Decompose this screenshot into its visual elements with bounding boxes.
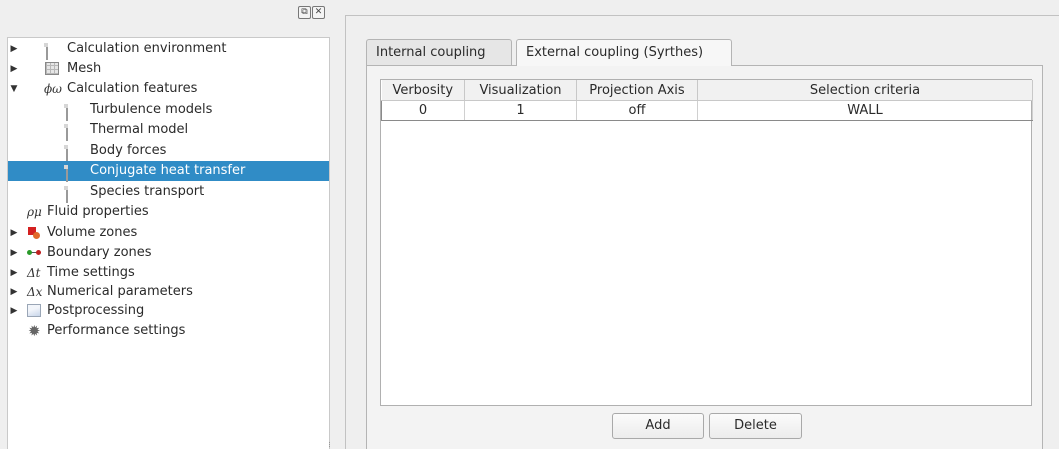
tree-item-mesh[interactable]: ▶ Mesh (8, 59, 329, 79)
column-header-selection-criteria[interactable]: Selection criteria (697, 80, 1033, 101)
postprocessing-icon (27, 304, 41, 317)
tree-item-label: Species transport (90, 184, 205, 199)
cell-visualization[interactable]: 1 (464, 100, 577, 121)
phi-omega-icon: ϕω (44, 82, 62, 96)
splitter-handle[interactable] (329, 442, 332, 447)
mesh-grid-icon (45, 62, 59, 75)
cell-selection-criteria[interactable]: WALL (697, 100, 1033, 121)
cell-projection-axis[interactable]: off (576, 100, 698, 121)
column-header-verbosity[interactable]: Verbosity (381, 80, 465, 101)
expand-arrow-icon[interactable]: ▶ (9, 282, 19, 302)
tab-external-coupling[interactable]: External coupling (Syrthes) (516, 39, 732, 66)
tree-item-label: Numerical parameters (47, 284, 193, 299)
expand-arrow-icon[interactable]: ▶ (9, 59, 19, 79)
tree-item-label: Thermal model (90, 122, 189, 137)
gear-icon: ✹ (28, 322, 41, 340)
expand-arrow-icon[interactable]: ▶ (9, 39, 19, 59)
tree-item-species-transport[interactable]: Species transport (8, 182, 329, 203)
document-icon (66, 165, 68, 182)
tree-item-label: Mesh (67, 61, 102, 76)
delta-t-icon: Δt (27, 266, 41, 280)
tree-item-label: Body forces (90, 143, 167, 158)
document-icon (66, 104, 68, 121)
expand-arrow-icon[interactable]: ▶ (9, 243, 19, 263)
expand-arrow-icon[interactable]: ▶ (9, 223, 19, 243)
tree-item-volume-zones[interactable]: ▶ Volume zones (8, 223, 329, 243)
table-header-row: Verbosity Visualization Projection Axis … (381, 80, 1033, 101)
tree-item-turbulence-models[interactable]: Turbulence models (8, 100, 329, 121)
tree-item-label: Fluid properties (47, 204, 149, 219)
tree-item-label: Calculation environment (67, 41, 227, 56)
navigation-tree[interactable]: ▶ Calculation environment ▶ Mesh ▼ ϕω Ca… (7, 37, 330, 449)
tree-item-label: Performance settings (47, 323, 186, 338)
tree-item-label: Time settings (47, 265, 135, 280)
tree-item-postprocessing[interactable]: ▶ Postprocessing (8, 301, 329, 321)
tree-item-performance-settings[interactable]: ✹ Performance settings (8, 321, 329, 341)
document-icon (66, 186, 68, 203)
expand-arrow-icon[interactable]: ▶ (9, 263, 19, 283)
delta-x-icon: Δx (27, 285, 43, 299)
collapse-arrow-icon[interactable]: ▼ (9, 79, 19, 99)
tree-item-time-settings[interactable]: ▶ Δt Time settings (8, 263, 329, 283)
tree-item-calculation-environment[interactable]: ▶ Calculation environment (8, 39, 329, 60)
float-dock-icon[interactable]: ⧉ (298, 6, 311, 19)
tree-item-label: Postprocessing (47, 303, 145, 318)
tree-item-label: Boundary zones (47, 245, 152, 260)
tree-item-label: Volume zones (47, 225, 138, 240)
column-header-projection-axis[interactable]: Projection Axis (576, 80, 698, 101)
expand-arrow-icon[interactable]: ▶ (9, 301, 19, 321)
add-button[interactable]: Add (612, 413, 704, 439)
tree-item-body-forces[interactable]: Body forces (8, 141, 329, 162)
tree-item-label: Calculation features (67, 81, 198, 96)
document-icon (66, 145, 68, 162)
table-row[interactable]: 0 1 off WALL (381, 100, 1033, 121)
delete-button[interactable]: Delete (709, 413, 802, 439)
document-icon (66, 124, 68, 141)
tree-item-label: Conjugate heat transfer (90, 163, 246, 178)
tree-item-boundary-zones[interactable]: ▶ Boundary zones (8, 243, 329, 263)
rho-mu-icon: ρμ (27, 205, 42, 219)
document-icon (46, 43, 48, 60)
tree-item-thermal-model[interactable]: Thermal model (8, 120, 329, 141)
column-header-visualization[interactable]: Visualization (464, 80, 577, 101)
dock-title-buttons: ⧉ ✕ (298, 6, 325, 19)
tree-item-fluid-properties[interactable]: ρμ Fluid properties (8, 202, 329, 222)
tab-internal-coupling[interactable]: Internal coupling (366, 39, 512, 65)
close-dock-icon[interactable]: ✕ (312, 6, 325, 19)
cell-verbosity[interactable]: 0 (381, 100, 465, 121)
coupling-table[interactable]: Verbosity Visualization Projection Axis … (380, 79, 1033, 406)
tree-item-conjugate-heat-transfer[interactable]: Conjugate heat transfer (8, 161, 329, 182)
tree-item-numerical-parameters[interactable]: ▶ Δx Numerical parameters (8, 282, 329, 302)
tree-item-label: Turbulence models (90, 102, 213, 117)
tree-item-calculation-features[interactable]: ▼ ϕω Calculation features (8, 79, 329, 99)
